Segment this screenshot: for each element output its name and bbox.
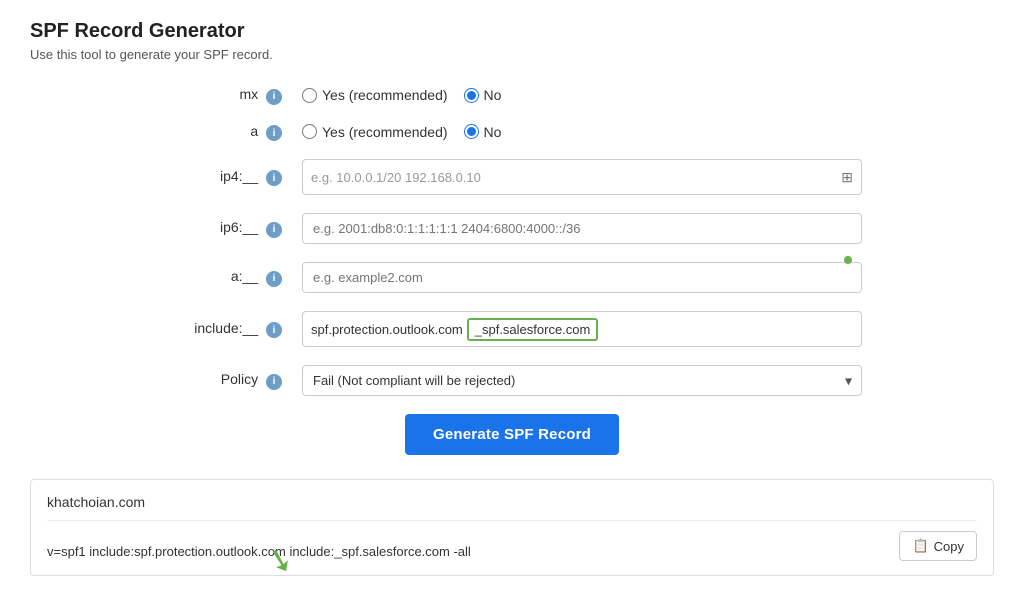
a-yes-label: Yes (recommended) [322, 124, 448, 140]
copy-label: Copy [934, 539, 964, 554]
generate-section: Generate SPF Record [162, 414, 862, 455]
policy-select[interactable]: Fail (Not compliant will be rejected) So… [302, 365, 862, 396]
ip6-info-icon[interactable]: i [266, 222, 282, 238]
a-field-info-icon[interactable]: i [266, 271, 282, 287]
include-row: include:__ i spf.protection.outlook.com … [162, 311, 862, 347]
page-title: SPF Record Generator [30, 20, 994, 43]
include-plain-value: spf.protection.outlook.com [311, 322, 463, 337]
ip6-input[interactable] [302, 213, 862, 244]
a-no-label: No [484, 124, 502, 140]
page-wrapper: SPF Record Generator Use this tool to ge… [0, 0, 1024, 596]
policy-label: Policy i [162, 371, 292, 390]
ip4-info-icon[interactable]: i [266, 170, 282, 186]
a-no-radio[interactable] [464, 124, 479, 139]
mx-label: mx i [162, 86, 292, 105]
mx-row: mx i Yes (recommended) No [162, 86, 862, 105]
page-subtitle: Use this tool to generate your SPF recor… [30, 47, 994, 62]
include-tag-value: _spf.salesforce.com [467, 318, 599, 341]
mx-info-icon[interactable]: i [266, 89, 282, 105]
include-label-text: include:__ [194, 320, 258, 336]
policy-label-text: Policy [221, 371, 258, 387]
ip4-label-text: ip4:__ [220, 168, 258, 184]
a-info-icon[interactable]: i [266, 125, 282, 141]
a-yes-radio[interactable] [302, 124, 317, 139]
copy-button[interactable]: 📋 Copy [899, 531, 977, 561]
mx-no-label: No [484, 87, 502, 103]
a-radio-group: Yes (recommended) No [302, 124, 501, 140]
ip4-label: ip4:__ i [162, 168, 292, 187]
result-domain: khatchoian.com [47, 494, 977, 510]
mx-yes-option[interactable]: Yes (recommended) [302, 87, 448, 103]
result-record-text: v=spf1 include:spf.protection.outlook.co… [47, 544, 481, 559]
a-yes-option[interactable]: Yes (recommended) [302, 124, 448, 140]
a-field-label-text: a:__ [231, 268, 258, 284]
ip4-placeholder: e.g. 10.0.0.1/20 192.168.0.10 [311, 170, 841, 185]
a-field-input[interactable] [302, 262, 862, 293]
copy-icon: 📋 [912, 538, 928, 554]
a-no-option[interactable]: No [464, 124, 502, 140]
ip4-copy-icon[interactable]: ⊞ [841, 169, 853, 186]
include-input-wrapper[interactable]: spf.protection.outlook.com _spf.salesfor… [302, 311, 862, 347]
policy-row: Policy i Fail (Not compliant will be rej… [162, 365, 862, 396]
green-dot-indicator [844, 256, 852, 264]
include-label: include:__ i [162, 320, 292, 339]
ip6-row: ip6:__ i [162, 213, 862, 244]
mx-radio-group: Yes (recommended) No [302, 87, 501, 103]
policy-info-icon[interactable]: i [266, 374, 282, 390]
a-label: a i [162, 123, 292, 142]
ip6-label: ip6:__ i [162, 219, 292, 238]
mx-no-radio[interactable] [464, 88, 479, 103]
result-record-row: v=spf1 include:spf.protection.outlook.co… [47, 520, 977, 561]
form-section: mx i Yes (recommended) No a i [162, 86, 862, 455]
a-row: a i Yes (recommended) No [162, 123, 862, 142]
ip4-row: ip4:__ i e.g. 10.0.0.1/20 192.168.0.10 ⊞ [162, 159, 862, 195]
mx-yes-label: Yes (recommended) [322, 87, 448, 103]
ip4-input-wrapper: e.g. 10.0.0.1/20 192.168.0.10 ⊞ [302, 159, 862, 195]
a-field-label: a:__ i [162, 268, 292, 287]
a-label-text: a [250, 123, 258, 139]
include-info-icon[interactable]: i [266, 322, 282, 338]
ip6-label-text: ip6:__ [220, 219, 258, 235]
a-field-row: a:__ i [162, 262, 862, 293]
policy-select-wrapper: Fail (Not compliant will be rejected) So… [302, 365, 862, 396]
generate-button[interactable]: Generate SPF Record [405, 414, 619, 455]
mx-label-text: mx [239, 86, 258, 102]
mx-no-option[interactable]: No [464, 87, 502, 103]
mx-yes-radio[interactable] [302, 88, 317, 103]
result-section: khatchoian.com v=spf1 include:spf.protec… [30, 479, 994, 576]
